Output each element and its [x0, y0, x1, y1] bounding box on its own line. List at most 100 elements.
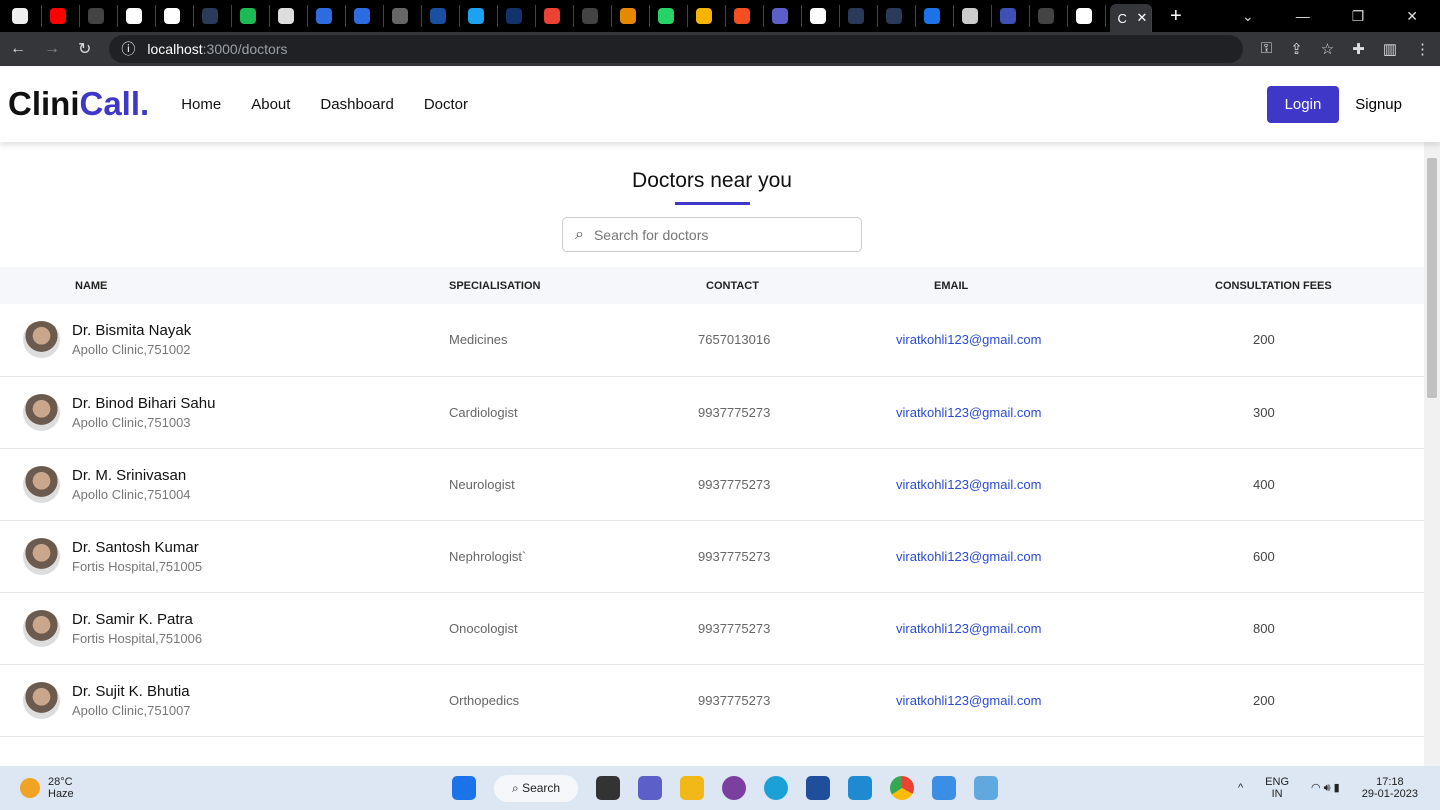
browser-tab[interactable]	[882, 5, 916, 27]
reload-icon[interactable]: ↻	[78, 39, 91, 59]
email-link[interactable]: viratkohli123@gmail.com	[896, 664, 1126, 737]
browser-tab[interactable]	[578, 5, 612, 27]
key-icon[interactable]: ⚿	[1261, 40, 1272, 58]
browser-tab[interactable]	[236, 5, 270, 27]
store-icon[interactable]	[806, 776, 831, 800]
browser-tab[interactable]	[198, 5, 232, 27]
table-row[interactable]: Dr. Santosh Kumar Fortis Hospital,751005 …	[0, 520, 1424, 593]
maximize-icon[interactable]: ❐	[1352, 8, 1365, 25]
browser-tab[interactable]	[426, 5, 460, 27]
info-icon[interactable]: ⓘ	[121, 39, 135, 59]
time: 17:18	[1376, 776, 1404, 788]
chat-icon[interactable]	[638, 776, 663, 800]
github-desktop-icon[interactable]	[722, 776, 747, 800]
doctors-table: NAME SPECIALISATION CONTACT EMAIL CONSUL…	[0, 267, 1424, 737]
vscode-icon[interactable]	[848, 776, 873, 800]
browser-tab[interactable]	[654, 5, 688, 27]
doctor-clinic: Apollo Clinic,751004	[72, 486, 191, 502]
browser-tab[interactable]	[958, 5, 992, 27]
browser-tab[interactable]	[502, 5, 536, 27]
minimize-icon[interactable]: —	[1296, 8, 1310, 25]
browser-tab[interactable]	[730, 5, 764, 27]
doctor-clinic: Fortis Hospital,751006	[72, 630, 203, 646]
notepad-icon[interactable]	[974, 776, 999, 800]
scrollbar-thumb[interactable]	[1427, 158, 1437, 398]
extensions-icon[interactable]: ✚	[1352, 40, 1365, 58]
taskbar-search[interactable]: ⌕ Search	[494, 774, 579, 802]
table-row[interactable]: Dr. Binod Bihari Sahu Apollo Clinic,75100…	[0, 376, 1424, 449]
tab-favicon-icon	[88, 8, 104, 24]
url-field[interactable]: ⓘ localhost:3000/doctors	[109, 35, 1243, 63]
tab-favicon-icon	[962, 8, 978, 24]
browser-tab[interactable]	[692, 5, 726, 27]
start-icon[interactable]	[452, 776, 476, 800]
login-button[interactable]: Login	[1266, 85, 1340, 123]
logo[interactable]: CliniCall.	[8, 85, 149, 123]
name-cell: Dr. M. Srinivasan Apollo Clinic,751004	[0, 448, 449, 521]
browser-tab[interactable]	[540, 5, 574, 27]
nav-home[interactable]: Home	[181, 96, 221, 113]
browser-tab[interactable]	[996, 5, 1030, 27]
language-indicator[interactable]: ENG IN	[1265, 776, 1289, 800]
table-row[interactable]: Dr. M. Srinivasan Apollo Clinic,751004 Ne…	[0, 448, 1424, 521]
tab-favicon-icon	[1076, 8, 1092, 24]
nav-about[interactable]: About	[251, 96, 290, 113]
sidebar-icon[interactable]: ▥	[1383, 40, 1397, 58]
clock[interactable]: 17:18 29-01-2023	[1362, 776, 1418, 800]
browser-tab[interactable]	[1034, 5, 1068, 27]
avatar	[23, 681, 60, 719]
browser-tab[interactable]	[616, 5, 650, 27]
doctor-clinic: Apollo Clinic,751002	[72, 342, 191, 358]
task-view-icon[interactable]	[596, 776, 621, 800]
chrome-icon[interactable]	[890, 776, 915, 800]
forward-icon[interactable]: →	[44, 40, 60, 58]
tab-search-icon[interactable]: ⌄	[1242, 8, 1254, 25]
email-link[interactable]: viratkohli123@gmail.com	[896, 376, 1126, 449]
back-icon[interactable]: ←	[10, 40, 26, 58]
chevron-up-icon[interactable]: ^	[1238, 782, 1243, 794]
weather-widget[interactable]: 28°C Haze	[20, 776, 74, 800]
tab-favicon-icon	[848, 8, 864, 24]
browser-tab[interactable]	[1072, 5, 1106, 27]
close-tab-icon[interactable]: ✕	[1137, 10, 1148, 26]
browser-tab[interactable]	[844, 5, 878, 27]
browser-tab[interactable]	[768, 5, 802, 27]
search-input[interactable]	[593, 226, 861, 243]
browser-tab[interactable]	[350, 5, 384, 27]
email-link[interactable]: viratkohli123@gmail.com	[896, 592, 1126, 665]
search-box[interactable]: ⌕	[562, 217, 862, 252]
nav-dashboard[interactable]: Dashboard	[320, 96, 393, 113]
share-icon[interactable]: ⇪	[1290, 40, 1303, 58]
browser-tab[interactable]	[920, 5, 954, 27]
email-link[interactable]: viratkohli123@gmail.com	[896, 520, 1126, 593]
new-tab-icon[interactable]: +	[1170, 5, 1182, 28]
table-row[interactable]: Dr. Bismita Nayak Apollo Clinic,751002 Me…	[0, 304, 1424, 377]
browser-tab[interactable]	[8, 5, 42, 27]
table-row[interactable]: Dr. Samir K. Patra Fortis Hospital,751006…	[0, 592, 1424, 665]
browser-tab[interactable]	[464, 5, 498, 27]
wifi-icon[interactable]: ◠ 🔊︎ ▮	[1311, 781, 1340, 795]
star-icon[interactable]: ☆	[1321, 40, 1334, 58]
browser-tab[interactable]	[46, 5, 80, 27]
browser-tab[interactable]	[160, 5, 194, 27]
browser-tab[interactable]	[274, 5, 308, 27]
photos-icon[interactable]	[932, 776, 957, 800]
browser-tab[interactable]	[388, 5, 422, 27]
nav-doctor[interactable]: Doctor	[424, 96, 468, 113]
browser-tab[interactable]	[806, 5, 840, 27]
email-link[interactable]: viratkohli123@gmail.com	[896, 448, 1126, 521]
close-window-icon[interactable]: ✕	[1406, 8, 1418, 25]
specialisation: Cardiologist	[449, 376, 698, 449]
browser-tab[interactable]	[122, 5, 156, 27]
browser-tab[interactable]	[312, 5, 346, 27]
file-explorer-icon[interactable]	[680, 776, 705, 800]
signup-button[interactable]: Signup	[1355, 96, 1402, 113]
browser-tab[interactable]	[84, 5, 118, 27]
edge-icon[interactable]	[764, 776, 789, 800]
menu-icon[interactable]: ⋮	[1415, 40, 1430, 58]
active-tab-title: C	[1117, 10, 1127, 26]
table-row[interactable]: Dr. Sujit K. Bhutia Apollo Clinic,751007 …	[0, 664, 1424, 737]
active-tab[interactable]: C ✕	[1110, 4, 1152, 32]
scrollbar[interactable]	[1424, 142, 1440, 766]
email-link[interactable]: viratkohli123@gmail.com	[896, 304, 1126, 377]
